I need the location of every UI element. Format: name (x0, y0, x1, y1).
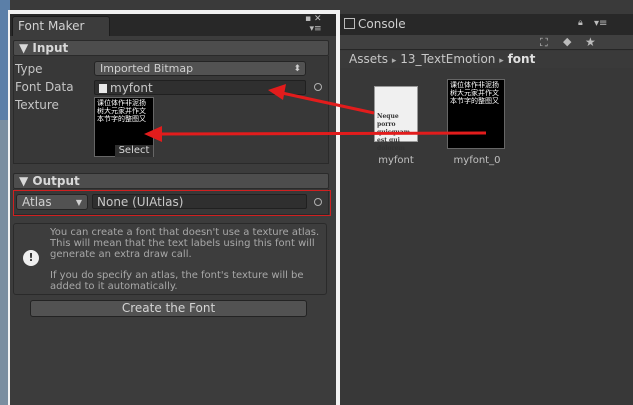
type-dropdown-value: Imported Bitmap (100, 62, 194, 75)
myfont-preview-text: Neque porro quisquam est qui dolorem (377, 113, 411, 152)
atlas-label: Atlas (22, 195, 52, 209)
input-section-header[interactable]: ▼ Input (13, 40, 329, 56)
output-section-header[interactable]: ▼ Output (13, 173, 329, 189)
font-data-field[interactable]: myfont (94, 80, 306, 95)
file-icon (99, 84, 107, 93)
object-picker-icon[interactable] (314, 83, 322, 91)
breadcrumb: Assets ▸ 13_TextEmotion ▸ font (340, 51, 633, 68)
atlas-value: None (UIAtlas) (97, 195, 184, 209)
myfont-texture-asset-label: myfont_0 (453, 155, 501, 166)
texture-select-button[interactable]: Select (115, 145, 153, 157)
lock-icon[interactable]: 🔒︎ (578, 18, 583, 28)
breadcrumb-separator-icon: ▸ (499, 56, 504, 66)
atlas-dropdown[interactable]: Atlas ▼ (16, 194, 88, 210)
panel-menu-icon[interactable]: ▾≡ (594, 18, 607, 29)
font-data-value: myfont (110, 81, 153, 95)
texture-slot[interactable]: 课位体作非泥扬树大元家并作文本节字的整图又 Select (94, 97, 154, 157)
texture-preview-text: 课位体作非泥扬树大元家并作文本节字的整图又 (97, 99, 146, 123)
label-tag-icon[interactable]: ◆ (563, 35, 571, 48)
myfont-asset-label: myfont (378, 155, 414, 166)
console-tab[interactable]: Console (340, 16, 420, 35)
info-icon: ! (23, 250, 39, 266)
help-box: ! You can create a font that doesn't use… (13, 223, 327, 295)
type-dropdown[interactable]: Imported Bitmap ⬍ (94, 61, 306, 76)
breadcrumb-current[interactable]: font (508, 52, 536, 66)
myfont-asset-icon[interactable]: Neque porro quisquam est qui dolorem (374, 86, 418, 152)
font-data-label: Font Data (15, 80, 74, 94)
tab-menu-icon[interactable]: ▪ ✕ ▾≡ (305, 14, 322, 34)
myfont-texture-asset-icon[interactable]: 课位体作非泥扬树大元家并作文本节字的整图又 (447, 79, 505, 149)
breadcrumb-separator-icon: ▸ (391, 56, 397, 66)
breadcrumb-assets[interactable]: Assets (349, 52, 388, 66)
project-panel (340, 14, 633, 405)
help-text-1: You can create a font that doesn't use a… (50, 227, 320, 260)
myfont-texture-preview-text: 课位体作非泥扬树大元家并作文本节字的整图又 (450, 81, 499, 105)
font-maker-tab[interactable]: Font Maker (12, 16, 110, 36)
console-tab-title: Console (358, 17, 406, 31)
chevron-down-icon: ▼ (75, 198, 82, 207)
favorite-star-icon[interactable]: ★ (585, 35, 596, 49)
breadcrumb-folder[interactable]: 13_TextEmotion (400, 52, 495, 66)
help-text-2: If you do specify an atlas, the font's t… (50, 270, 304, 292)
texture-label: Texture (15, 98, 59, 112)
filter-icon[interactable]: ⛶ (540, 36, 548, 50)
updown-arrows-icon: ⬍ (293, 64, 301, 74)
type-label: Type (15, 62, 43, 76)
tab-title: Font Maker (18, 19, 85, 33)
console-icon (344, 18, 355, 29)
create-font-button[interactable]: Create the Font (30, 300, 307, 317)
atlas-field[interactable]: None (UIAtlas) (92, 194, 307, 209)
atlas-picker-icon[interactable] (314, 198, 322, 206)
